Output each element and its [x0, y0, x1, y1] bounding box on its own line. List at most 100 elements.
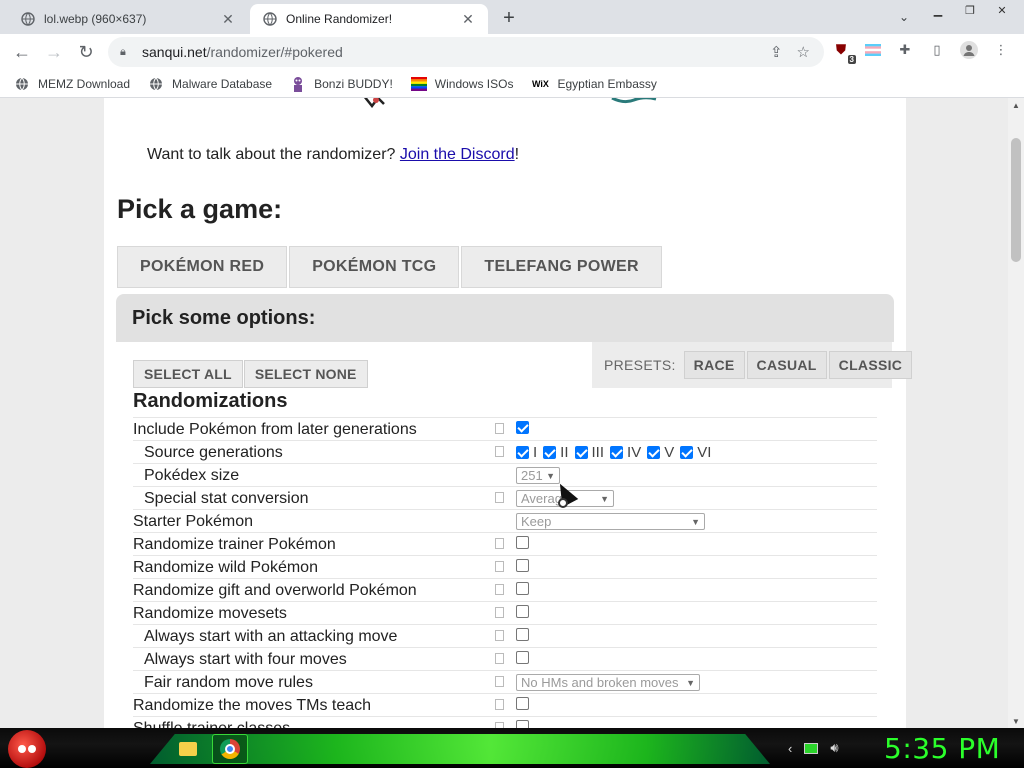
- rainbow-flag-icon: [410, 76, 427, 92]
- browser-toolbar: ← → ↻ 🔒︎ sanqui.net/randomizer/#pokered …: [0, 34, 1024, 70]
- option-row: Randomize wild Pokémon: [133, 555, 877, 578]
- lock-icon: 🔒︎: [120, 45, 126, 58]
- option-row: Source generations I II III IV V VI: [133, 440, 877, 463]
- help-icon[interactable]: [495, 630, 504, 641]
- scroll-down-icon[interactable]: ▼: [1008, 714, 1024, 728]
- preset-race-button[interactable]: RACE: [683, 351, 745, 379]
- network-icon[interactable]: [804, 742, 819, 754]
- help-icon[interactable]: [495, 699, 504, 710]
- generation-label: VI: [697, 444, 712, 461]
- generation-label: V: [664, 444, 675, 461]
- more-menu-icon[interactable]: ⋮: [992, 41, 1010, 59]
- close-window-button[interactable]: ✕: [988, 0, 1016, 20]
- share-icon[interactable]: ⇪: [770, 43, 783, 61]
- pokedex-size-select[interactable]: 251 ▼: [516, 467, 560, 484]
- help-icon[interactable]: [495, 538, 504, 549]
- scrollbar-thumb[interactable]: [1011, 138, 1021, 262]
- address-bar[interactable]: 🔒︎ sanqui.net/randomizer/#pokered ⇪ ☆: [108, 37, 824, 67]
- bookmark-windows-isos[interactable]: Windows ISOs: [410, 76, 513, 92]
- flag-extension-icon[interactable]: [864, 41, 882, 59]
- select-all-button[interactable]: SELECT ALL: [133, 360, 243, 388]
- generation-checkbox[interactable]: [516, 446, 529, 459]
- bookmark-label: Malware Database: [172, 76, 273, 91]
- preset-casual-button[interactable]: CASUAL: [746, 351, 827, 379]
- option-checkbox[interactable]: [516, 605, 529, 618]
- globe-icon: [148, 76, 164, 92]
- generation-checkbox[interactable]: [680, 446, 694, 459]
- close-tab-icon[interactable]: ✕: [220, 11, 236, 27]
- chevron-down-icon: ▼: [691, 516, 700, 527]
- new-tab-button[interactable]: +: [496, 6, 522, 30]
- chrome-taskbar-button[interactable]: [212, 734, 248, 764]
- start-button[interactable]: [8, 730, 46, 768]
- extension-badge: 3: [847, 55, 856, 64]
- option-checkbox[interactable]: [516, 559, 529, 572]
- tab-lol-webp[interactable]: lol.webp (960×637) ✕: [8, 4, 248, 34]
- bookmark-memz[interactable]: MEMZ Download: [14, 76, 130, 92]
- system-tray: ‹ 🔊︎: [788, 740, 839, 756]
- bookmark-label: Egyptian Embassy: [557, 76, 657, 91]
- generation-checkbox[interactable]: [610, 446, 624, 459]
- option-label: Randomize movesets: [133, 605, 287, 622]
- close-tab-icon[interactable]: ✕: [460, 11, 476, 27]
- option-row: Shuffle trainer classes: [133, 716, 877, 728]
- bookmark-bonzi-buddy[interactable]: Bonzi BUDDY!: [290, 76, 393, 92]
- game-tab-pokemon-tcg[interactable]: POKÉMON TCG: [289, 246, 460, 288]
- reload-button[interactable]: ↻: [74, 40, 98, 64]
- option-checkbox[interactable]: [516, 421, 529, 434]
- restore-button[interactable]: ❐: [956, 0, 984, 20]
- game-tab-telefang-power[interactable]: TELEFANG POWER: [461, 246, 662, 288]
- help-icon[interactable]: [495, 446, 504, 457]
- starter-pokemon-select[interactable]: Keep ▼: [516, 513, 705, 530]
- presets-bar: PRESETS: RACE CASUAL CLASSIC: [592, 342, 913, 388]
- option-row: Always start with an attacking move: [133, 624, 877, 647]
- side-panel-icon[interactable]: ▯: [928, 41, 946, 59]
- help-icon[interactable]: [495, 653, 504, 664]
- option-checkbox[interactable]: [516, 536, 529, 549]
- option-checkbox[interactable]: [516, 720, 529, 728]
- generation-label: II: [560, 444, 569, 461]
- option-checkbox[interactable]: [516, 582, 529, 595]
- file-explorer-button[interactable]: [170, 734, 206, 764]
- forward-button[interactable]: →: [42, 40, 66, 64]
- generation-checkbox[interactable]: [574, 446, 588, 459]
- page-scrollbar[interactable]: ▲ ▼: [1008, 98, 1024, 728]
- tab-online-randomizer[interactable]: Online Randomizer! ✕: [250, 4, 488, 34]
- folder-icon: [179, 742, 197, 756]
- bookmark-malware-database[interactable]: Malware Database: [148, 76, 272, 92]
- preset-classic-button[interactable]: CLASSIC: [828, 351, 913, 379]
- discord-link[interactable]: Join the Discord: [400, 146, 515, 163]
- scroll-up-icon[interactable]: ▲: [1008, 98, 1024, 112]
- extensions-puzzle-icon[interactable]: ✚: [896, 41, 914, 59]
- help-icon[interactable]: [495, 607, 504, 618]
- tab-search-chevron-icon[interactable]: ⌄: [894, 8, 914, 26]
- fair-move-rules-select[interactable]: No HMs and broken moves ▼: [516, 674, 700, 691]
- option-label: Randomize the moves TMs teach: [133, 697, 372, 714]
- option-checkbox[interactable]: [516, 697, 529, 710]
- bookmark-star-icon[interactable]: ☆: [797, 43, 810, 61]
- help-icon[interactable]: [495, 423, 504, 434]
- help-icon[interactable]: [495, 561, 504, 572]
- back-button[interactable]: ←: [10, 40, 34, 64]
- profile-avatar-icon[interactable]: [960, 41, 978, 59]
- minimize-button[interactable]: ▁: [924, 0, 952, 20]
- generation-checkbox[interactable]: [647, 446, 661, 459]
- chrome-icon: [220, 739, 240, 759]
- option-row: Always start with four moves: [133, 647, 877, 670]
- help-icon[interactable]: [495, 676, 504, 687]
- generation-checkbox[interactable]: [543, 446, 557, 459]
- taskbar-clock[interactable]: 5:35 PM: [884, 732, 1000, 765]
- help-icon[interactable]: [495, 492, 504, 503]
- select-none-button[interactable]: SELECT NONE: [243, 360, 368, 388]
- option-row: Special stat conversion Average ▼: [133, 486, 877, 509]
- option-label: Starter Pokémon: [133, 513, 254, 530]
- volume-icon[interactable]: 🔊︎: [830, 740, 838, 756]
- help-icon[interactable]: [495, 584, 504, 595]
- game-tab-pokemon-red[interactable]: POKÉMON RED: [117, 246, 288, 288]
- bookmark-egyptian-embassy[interactable]: WiX Egyptian Embassy: [531, 76, 657, 92]
- chevron-down-icon: ▼: [600, 493, 609, 504]
- option-checkbox[interactable]: [516, 628, 529, 641]
- ublock-extension-icon[interactable]: ⛊ 3: [832, 41, 856, 64]
- show-hidden-icons-icon[interactable]: ‹: [788, 741, 792, 756]
- option-checkbox[interactable]: [516, 651, 529, 664]
